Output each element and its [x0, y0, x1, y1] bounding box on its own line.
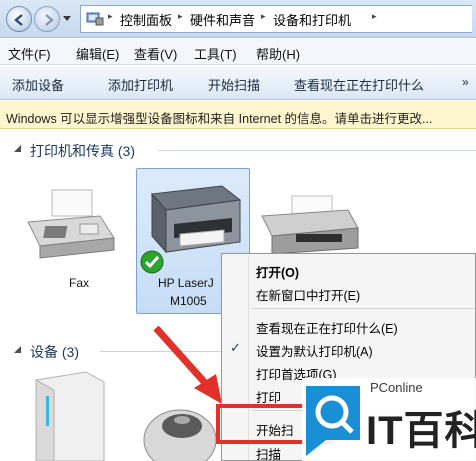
breadcrumb-devices-printers[interactable]: 设备和打印机: [273, 10, 351, 29]
info-bar-text[interactable]: Windows 可以显示增强型设备图标和来自 Internet 的信息。请单击进…: [6, 108, 432, 127]
context-open-new-window-item[interactable]: 在新窗口中打开(E): [256, 285, 360, 304]
context-open-item[interactable]: 打开(O): [256, 262, 299, 281]
menu-help[interactable]: 帮助(H): [256, 44, 300, 63]
add-printer-button[interactable]: 添加打印机: [108, 75, 173, 94]
default-printer-check-icon: [140, 250, 164, 274]
see-whats-printing-button[interactable]: 查看现在正在打印什么: [294, 75, 424, 94]
menu-edit[interactable]: 编辑(E): [76, 44, 119, 63]
group-divider: [158, 150, 476, 151]
context-scan-item[interactable]: 扫描: [256, 444, 281, 461]
context-see-printing-item[interactable]: 查看现在正在打印什么(E): [256, 318, 398, 337]
control-panel-icon: [86, 12, 104, 26]
more-commands-chevron[interactable]: »: [462, 75, 469, 89]
group-printers-header[interactable]: 打印机和传真 (3): [30, 141, 135, 161]
fax-label[interactable]: Fax: [56, 276, 102, 290]
context-set-default-item[interactable]: 设置为默认打印机(A): [256, 341, 373, 360]
printer-icon[interactable]: [252, 194, 362, 256]
recent-pages-dropdown-icon[interactable]: [63, 14, 71, 22]
collapse-arrow-icon[interactable]: [14, 145, 22, 153]
back-arrow-icon: [14, 14, 23, 26]
fax-icon[interactable]: [22, 188, 118, 266]
menu-bar: 文件(F) 编辑(E) 查看(V) 工具(T) 帮助(H): [0, 39, 476, 65]
hp-laserjet-label-line1[interactable]: HP LaserJ: [158, 276, 214, 290]
collapse-arrow-icon[interactable]: [14, 346, 22, 354]
command-bar: 添加设备 添加打印机 开始扫描 查看现在正在打印什么 »: [0, 66, 476, 100]
back-button[interactable]: [6, 6, 32, 32]
forward-arrow-icon: [45, 14, 54, 26]
forward-button[interactable]: [34, 6, 60, 32]
breadcrumb-separator[interactable]: ▸: [108, 11, 113, 22]
address-bar: ▸ 控制面板 ▸ 硬件和声音 ▸ 设备和打印机 ▸: [0, 0, 476, 38]
menu-tools[interactable]: 工具(T): [194, 44, 237, 63]
menu-file[interactable]: 文件(F): [8, 44, 51, 63]
group-devices-header[interactable]: 设备 (3): [30, 342, 79, 362]
watermark-brand-small: PConline: [370, 380, 423, 395]
menu-view[interactable]: 查看(V): [134, 44, 177, 63]
info-bar[interactable]: Windows 可以显示增强型设备图标和来自 Internet 的信息。请单击进…: [0, 101, 476, 129]
breadcrumb-hardware-sound[interactable]: 硬件和声音: [190, 10, 255, 29]
watermark-brand-big: IT百科: [366, 409, 476, 453]
context-separator: [252, 308, 474, 309]
breadcrumb-separator[interactable]: ▸: [261, 11, 266, 22]
add-device-button[interactable]: 添加设备: [12, 75, 64, 94]
hp-laserjet-label-line2[interactable]: M1005: [170, 294, 207, 308]
external-drive-icon[interactable]: [22, 368, 112, 461]
breadcrumb-separator[interactable]: ▸: [178, 11, 183, 22]
start-scan-button[interactable]: 开始扫描: [208, 75, 260, 94]
breadcrumb-separator[interactable]: ▸: [372, 11, 377, 22]
breadcrumb-control-panel[interactable]: 控制面板: [120, 10, 172, 29]
checkmark-icon: ✓: [230, 340, 241, 355]
